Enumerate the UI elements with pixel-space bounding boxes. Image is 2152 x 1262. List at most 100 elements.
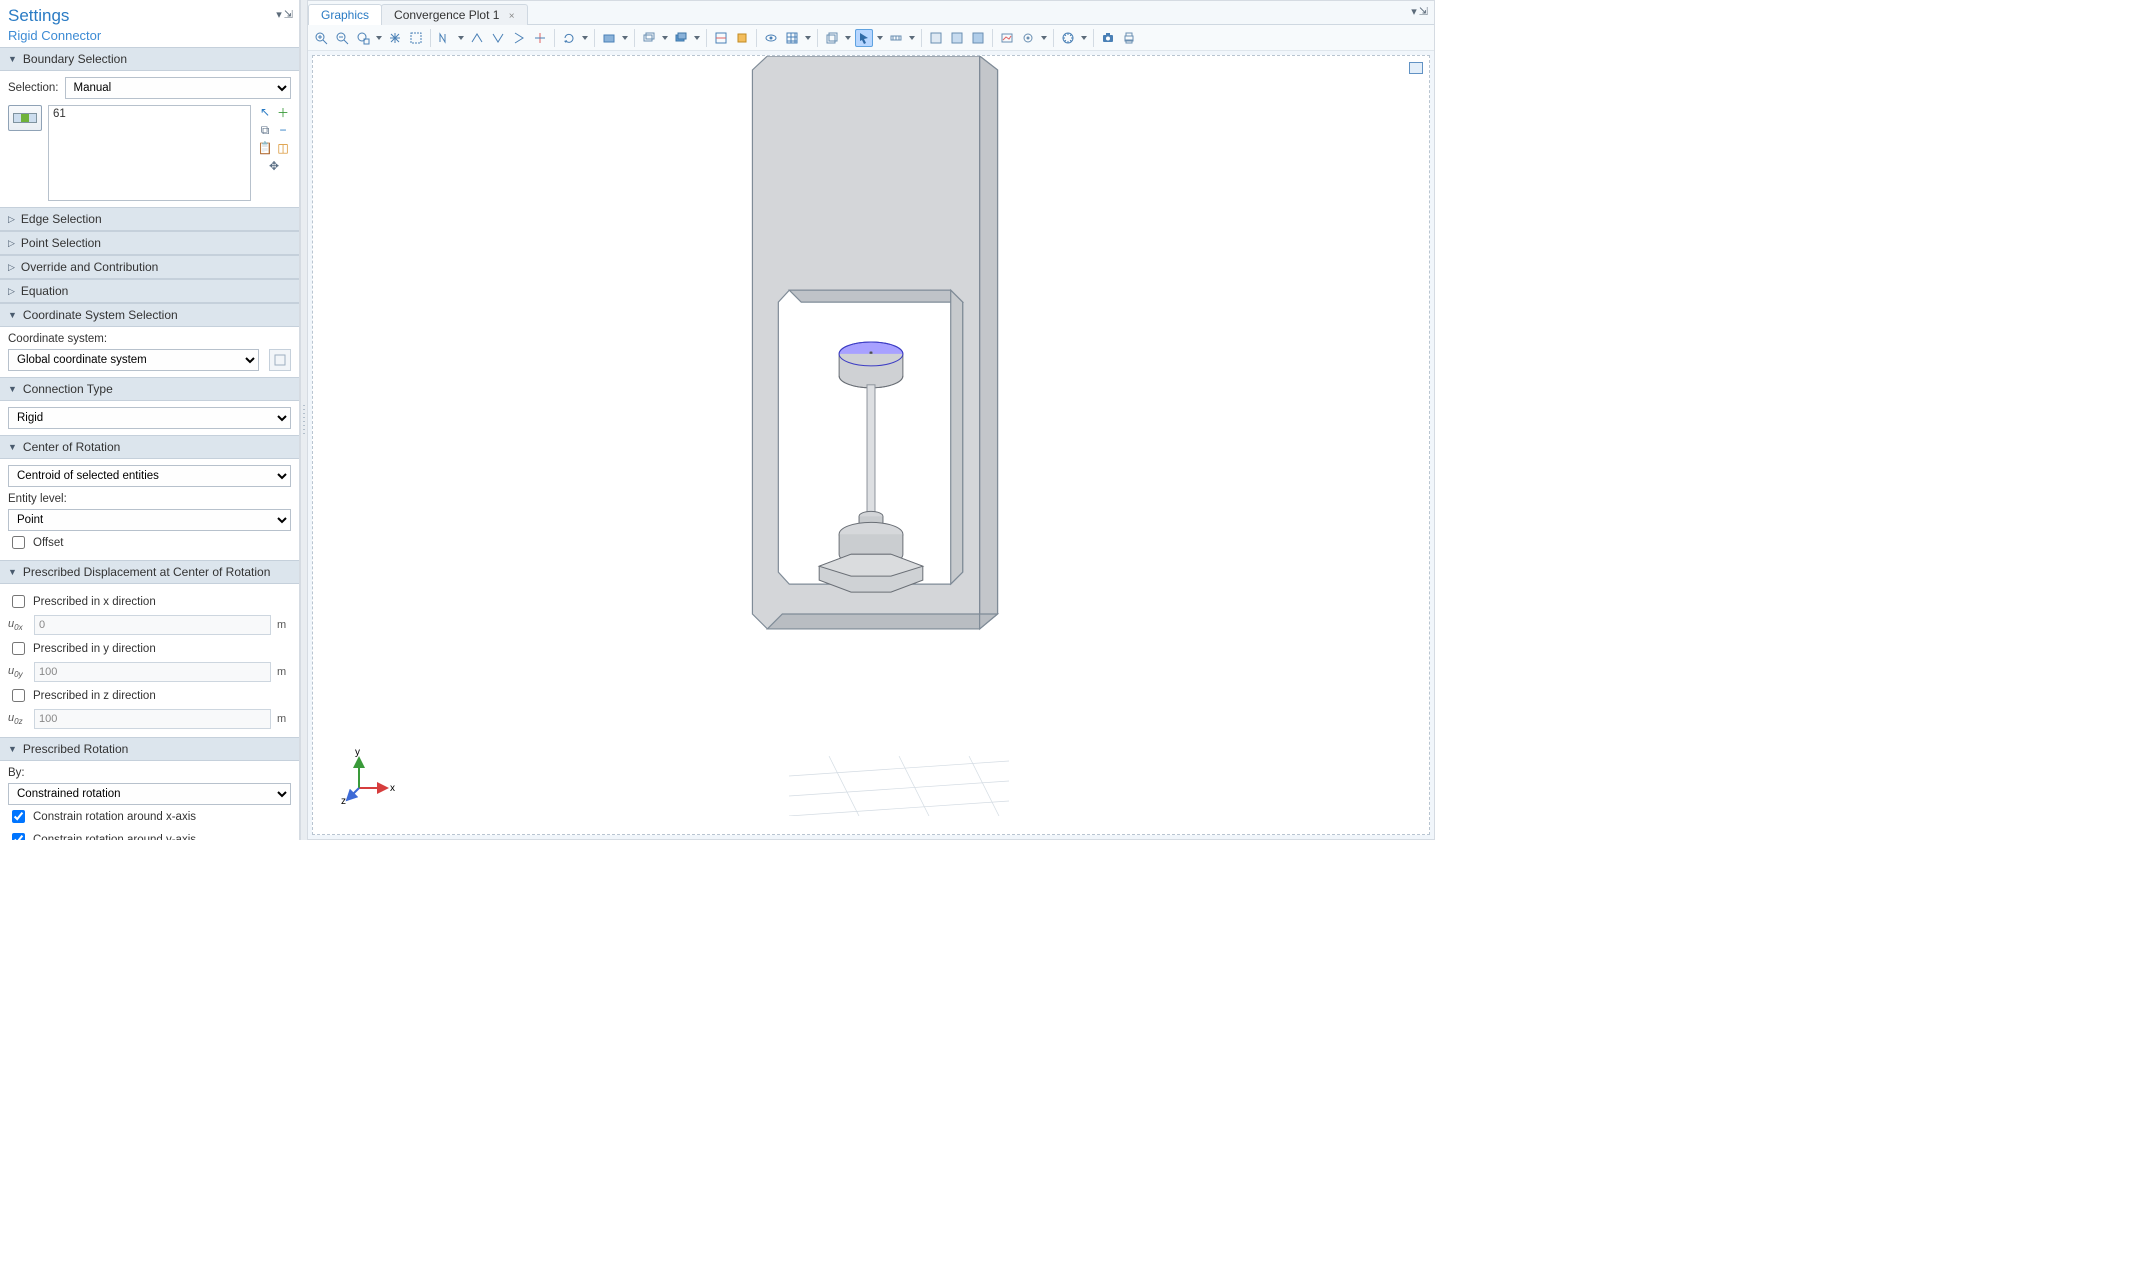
select-mode-dropdown[interactable] (876, 36, 884, 40)
plot-icon[interactable] (998, 29, 1016, 47)
section-coord-sys[interactable]: ▼ Coordinate System Selection (0, 303, 299, 327)
zoom-extents-icon[interactable] (386, 29, 404, 47)
chevron-down-icon: ▼ (8, 744, 17, 754)
svg-text:x: x (390, 783, 395, 794)
center-rotation-select[interactable]: Centroid of selected entities (8, 465, 291, 487)
selection-item[interactable]: 61 (53, 108, 246, 120)
prescribed-x-checkbox[interactable] (12, 595, 25, 608)
go-to-xy-icon[interactable] (436, 29, 454, 47)
entity-level-select[interactable]: Point (8, 509, 291, 531)
chevron-right-icon: ▷ (8, 238, 15, 249)
view-domain-icon[interactable] (927, 29, 945, 47)
scene-light-dropdown[interactable] (693, 36, 701, 40)
print-icon[interactable] (1120, 29, 1138, 47)
preferences-dropdown[interactable] (1080, 36, 1088, 40)
u0z-symbol: u0z (8, 712, 28, 726)
show-selection-icon[interactable] (762, 29, 780, 47)
hide-icon[interactable] (733, 29, 751, 47)
u0z-input[interactable] (34, 709, 271, 729)
chevron-down-icon: ▼ (8, 567, 17, 577)
selection-preview-icon[interactable] (8, 105, 42, 131)
offset-checkbox[interactable] (12, 536, 25, 549)
rotate-dropdown[interactable] (581, 36, 589, 40)
copy-image-icon[interactable] (823, 29, 841, 47)
section-prescribed-displacement[interactable]: ▼ Prescribed Displacement at Center of R… (0, 560, 299, 584)
transparency-dropdown[interactable] (621, 36, 629, 40)
wireframe-icon[interactable] (640, 29, 658, 47)
tab-convergence-plot[interactable]: Convergence Plot 1 × (381, 4, 528, 25)
paste-selection-icon[interactable]: 📋 (258, 141, 272, 155)
go-to-yz-icon[interactable] (489, 29, 507, 47)
go-to-zx-icon[interactable] (510, 29, 528, 47)
clip-icon[interactable] (712, 29, 730, 47)
selection-mode-select[interactable]: Manual (65, 77, 291, 99)
rotation-by-select[interactable]: Constrained rotation (8, 783, 291, 805)
close-tab-icon[interactable]: × (509, 11, 515, 22)
graphics-tabs: Graphics Convergence Plot 1 × ▾ ⇲ (308, 1, 1434, 25)
graphics-canvas[interactable]: x y z (308, 51, 1434, 839)
offset-label: Offset (33, 537, 63, 549)
coord-sys-goto-button[interactable] (269, 349, 291, 371)
mesh-render-icon[interactable] (783, 29, 801, 47)
section-center-rotation[interactable]: ▼ Center of Rotation (0, 435, 299, 459)
panel-splitter[interactable] (300, 0, 308, 840)
tab-graphics[interactable]: Graphics (308, 4, 382, 25)
connection-type-select[interactable]: Rigid (8, 407, 291, 429)
mesh-render-dropdown[interactable] (804, 36, 812, 40)
plot-settings-icon[interactable] (1019, 29, 1037, 47)
tab-menu-icon[interactable]: ▾ (1411, 5, 1417, 18)
copy-image-dropdown[interactable] (844, 36, 852, 40)
view-boundary-icon[interactable] (948, 29, 966, 47)
go-to-xy-dropdown[interactable] (457, 36, 465, 40)
u0x-input[interactable] (34, 615, 271, 635)
zoom-selected-icon[interactable] (407, 29, 425, 47)
tab-pin-icon[interactable]: ⇲ (1419, 5, 1428, 18)
zoom-box-icon[interactable] (354, 29, 372, 47)
section-prescribed-rotation[interactable]: ▼ Prescribed Rotation (0, 737, 299, 761)
prescribed-z-checkbox[interactable] (12, 689, 25, 702)
axis-triad: x y z (341, 746, 401, 806)
snapshot-icon[interactable] (1099, 29, 1117, 47)
u0x-symbol: u0x (8, 618, 28, 632)
zoom-in-icon[interactable] (312, 29, 330, 47)
section-override-contribution[interactable]: ▷ Override and Contribution (0, 255, 299, 279)
measure-icon[interactable] (887, 29, 905, 47)
toggle-selection-icon[interactable]: ↖ (258, 105, 272, 119)
scene-light-icon[interactable] (672, 29, 690, 47)
activate-selection-icon[interactable]: ◫ (276, 141, 290, 155)
align-axis-icon[interactable] (531, 29, 549, 47)
selection-tools: ↖ ＋ ⧉ − 📋 ◫ ✥ (257, 105, 291, 201)
section-edge-selection[interactable]: ▷ Edge Selection (0, 207, 299, 231)
floor-grid (789, 756, 1009, 816)
zoom-box-dropdown[interactable] (375, 36, 383, 40)
section-point-selection[interactable]: ▷ Point Selection (0, 231, 299, 255)
panel-menu-icon[interactable]: ▾ (276, 8, 282, 21)
constrain-x-checkbox[interactable] (12, 810, 25, 823)
prescribed-y-checkbox[interactable] (12, 642, 25, 655)
panel-pin-icon[interactable]: ⇲ (284, 8, 293, 21)
selection-list[interactable]: 61 (48, 105, 251, 201)
rotate-icon[interactable] (560, 29, 578, 47)
go-to-default-icon[interactable] (468, 29, 486, 47)
zoom-selection-icon[interactable]: ✥ (267, 159, 281, 173)
remove-selection-icon[interactable]: − (276, 123, 290, 137)
view-edge-icon[interactable] (969, 29, 987, 47)
wireframe-dropdown[interactable] (661, 36, 669, 40)
select-mode-icon[interactable] (855, 29, 873, 47)
chevron-down-icon: ▼ (8, 54, 17, 64)
constrain-y-checkbox[interactable] (12, 833, 25, 840)
section-connection-type[interactable]: ▼ Connection Type (0, 377, 299, 401)
rotation-by-label: By: (8, 767, 291, 779)
section-boundary-selection[interactable]: ▼ Boundary Selection (0, 47, 299, 71)
section-equation[interactable]: ▷ Equation (0, 279, 299, 303)
plot-settings-dropdown[interactable] (1040, 36, 1048, 40)
u0y-input[interactable] (34, 662, 271, 682)
view-label-icon[interactable] (1409, 62, 1423, 74)
preferences-icon[interactable] (1059, 29, 1077, 47)
measure-dropdown[interactable] (908, 36, 916, 40)
copy-selection-icon[interactable]: ⧉ (258, 123, 272, 137)
transparency-icon[interactable] (600, 29, 618, 47)
zoom-out-icon[interactable] (333, 29, 351, 47)
coord-sys-select[interactable]: Global coordinate system (8, 349, 259, 371)
add-selection-icon[interactable]: ＋ (276, 105, 290, 119)
